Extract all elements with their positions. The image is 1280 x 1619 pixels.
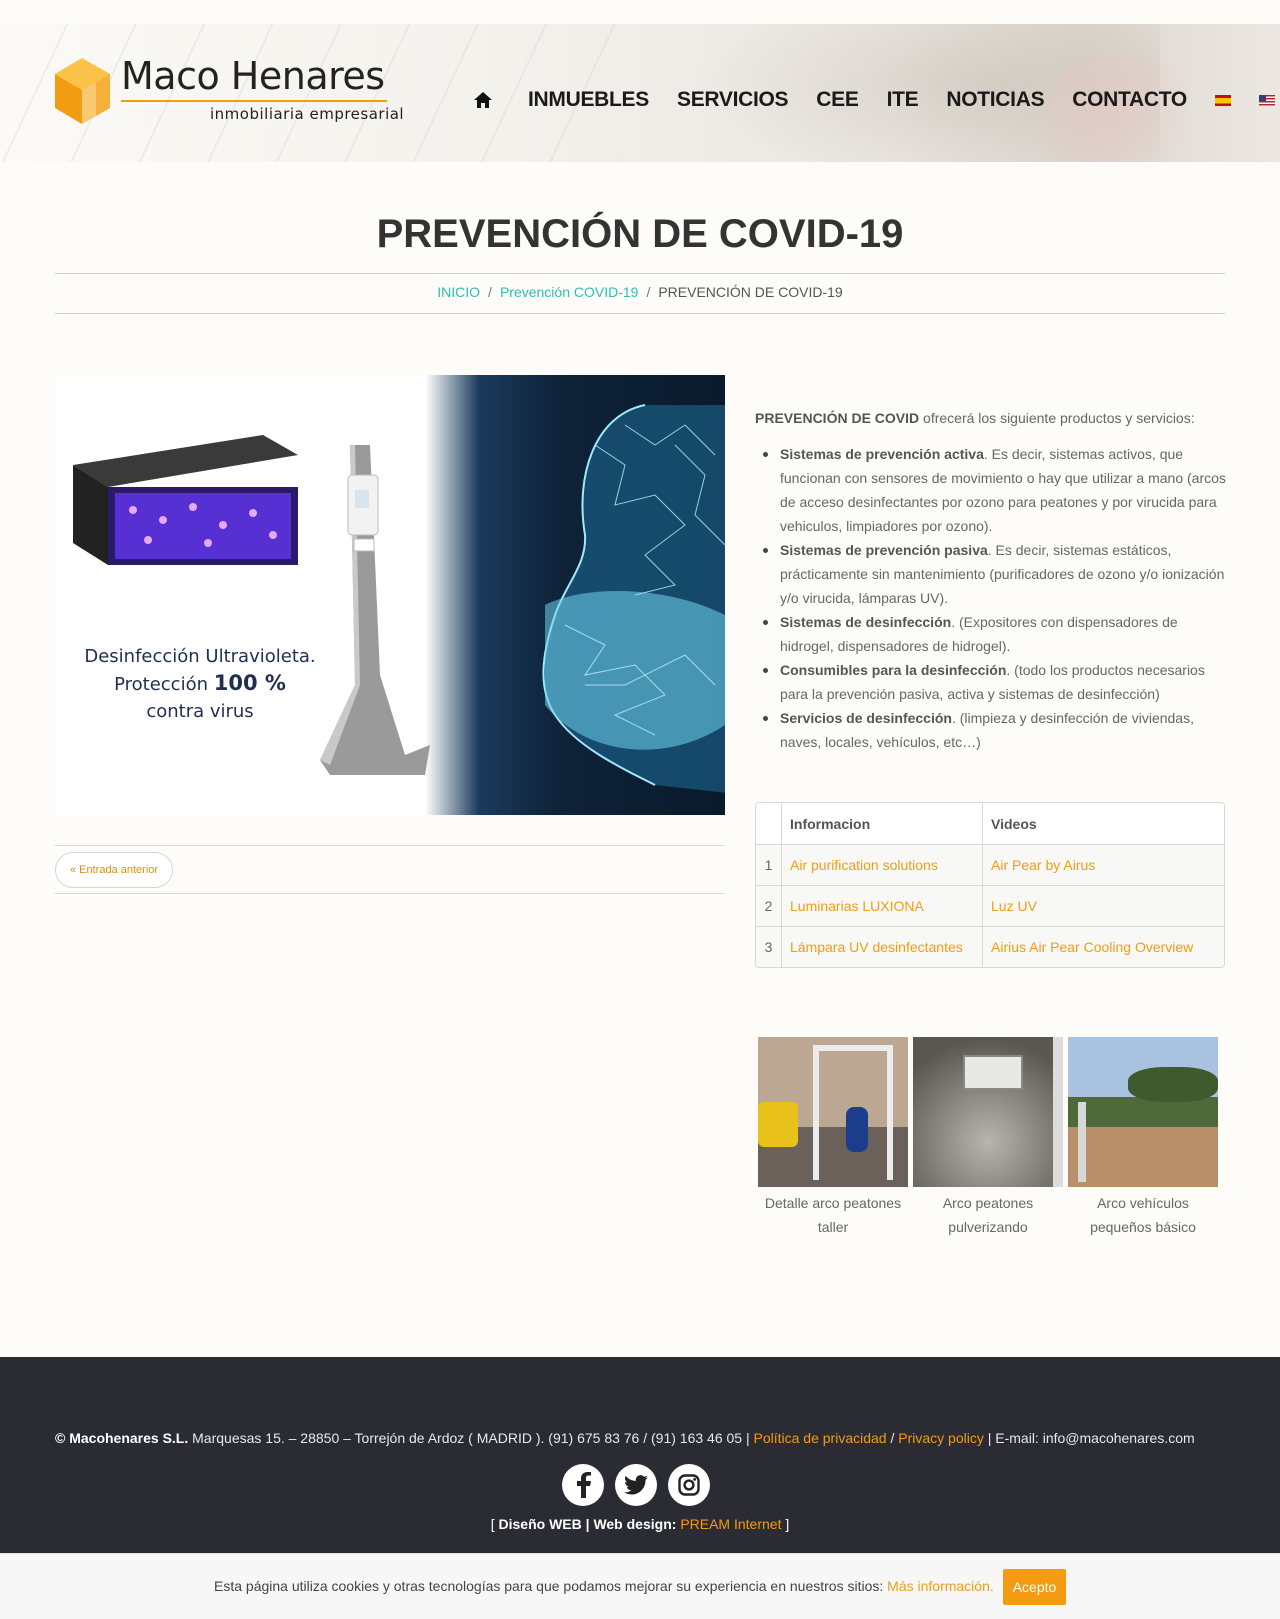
mask-face-illustration bbox=[542, 404, 725, 793]
logo-name: Maco Henares bbox=[121, 54, 385, 98]
gallery-photo[interactable] bbox=[758, 1037, 908, 1187]
gallery-photo[interactable] bbox=[913, 1037, 1063, 1187]
breadcrumb-home[interactable]: INICIO bbox=[437, 284, 480, 300]
intro-text: PREVENCIÓN DE COVID ofrecerá los siguien… bbox=[755, 410, 1195, 426]
list-item: Sistemas de prevención activa. Es decir,… bbox=[755, 442, 1230, 538]
photo-gallery: Detalle arco peatones taller Arco peaton… bbox=[758, 1037, 1223, 1239]
column-header-informacion: Informacion bbox=[782, 803, 983, 844]
footer-info: © Macohenares S.L. Marquesas 15. – 28850… bbox=[55, 1430, 1195, 1446]
cookie-more-info-link[interactable]: Más información. bbox=[887, 1578, 994, 1594]
breadcrumb-current: PREVENCIÓN DE COVID-19 bbox=[658, 284, 843, 300]
info-link[interactable]: Air purification solutions bbox=[782, 845, 983, 885]
accept-cookies-button[interactable]: Acepto bbox=[1003, 1569, 1066, 1605]
logo-cube-icon bbox=[55, 58, 110, 124]
facebook-icon[interactable] bbox=[562, 1464, 604, 1506]
main-nav: INMUEBLES SERVICIOS CEE ITE NOTICIAS CON… bbox=[472, 88, 1280, 112]
previous-post-button[interactable]: « Entrada anterior bbox=[55, 852, 174, 888]
home-icon[interactable] bbox=[472, 89, 494, 111]
site-header: Maco Henares inmobiliaria empresarial IN… bbox=[0, 24, 1280, 162]
info-link[interactable]: Lámpara UV desinfectantes bbox=[782, 927, 983, 967]
resources-table: Informacion Videos 1 Air purification so… bbox=[755, 802, 1225, 968]
divider bbox=[55, 313, 1225, 314]
gallery-photo[interactable] bbox=[1068, 1037, 1218, 1187]
services-list: Sistemas de prevención activa. Es decir,… bbox=[755, 442, 1230, 754]
nav-item-contacto[interactable]: CONTACTO bbox=[1072, 88, 1187, 112]
design-credit: [ Diseño WEB | Web design: PREAM Interne… bbox=[490, 1516, 790, 1532]
breadcrumb-category[interactable]: Prevención COVID-19 bbox=[500, 284, 639, 300]
credit-link[interactable]: PREAM Internet bbox=[680, 1516, 781, 1532]
twitter-icon[interactable] bbox=[615, 1464, 657, 1506]
list-item: Servicios de desinfección. (limpieza y d… bbox=[755, 706, 1230, 754]
social-links bbox=[562, 1464, 721, 1506]
nav-item-ite[interactable]: ITE bbox=[887, 88, 919, 112]
privacy-link-es[interactable]: Política de privacidad bbox=[754, 1430, 887, 1446]
video-link[interactable]: Air Pear by Airus bbox=[983, 845, 1224, 885]
gallery-item[interactable]: Detalle arco peatones taller bbox=[758, 1037, 908, 1239]
logo-tagline: inmobiliaria empresarial bbox=[210, 105, 405, 123]
flag-us-icon[interactable] bbox=[1258, 94, 1275, 106]
table-row: 2 Luminarias LUXIONA Luz UV bbox=[756, 885, 1224, 926]
column-header-videos: Videos bbox=[991, 815, 1037, 832]
cookie-text: Esta página utiliza cookies y otras tecn… bbox=[214, 1578, 994, 1594]
video-link[interactable]: Airius Air Pear Cooling Overview bbox=[983, 927, 1224, 967]
gallery-item[interactable]: Arco peatones pulverizando bbox=[913, 1037, 1063, 1239]
nav-item-noticias[interactable]: NOTICIAS bbox=[946, 88, 1044, 112]
video-link[interactable]: Luz UV bbox=[983, 886, 1224, 926]
dispenser-stand-illustration bbox=[320, 445, 430, 775]
hero-image: Desinfección Ultravioleta. Protección 10… bbox=[55, 375, 725, 815]
divider bbox=[55, 893, 725, 894]
info-link[interactable]: Luminarias LUXIONA bbox=[782, 886, 983, 926]
nav-item-inmuebles[interactable]: INMUEBLES bbox=[528, 88, 649, 112]
site-logo[interactable]: Maco Henares inmobiliaria empresarial bbox=[55, 54, 404, 130]
flag-es-icon[interactable] bbox=[1214, 94, 1231, 106]
gallery-caption: Arco peatones pulverizando bbox=[942, 1195, 1034, 1235]
gallery-caption: Detalle arco peatones taller bbox=[764, 1195, 902, 1235]
table-row: 3 Lámpara UV desinfectantes Airius Air P… bbox=[756, 926, 1224, 967]
list-item: Consumibles para la desinfección. (todo … bbox=[755, 658, 1230, 706]
page-title: PREVENCIÓN DE COVID-19 bbox=[376, 212, 904, 256]
nav-item-servicios[interactable]: SERVICIOS bbox=[677, 88, 789, 112]
table-row: 1 Air purification solutions Air Pear by… bbox=[756, 844, 1224, 885]
breadcrumb: INICIO / Prevención COVID-19/PREVENCIÓN DE… bbox=[437, 284, 843, 300]
gallery-caption: Arco vehículos pequeños básico bbox=[1090, 1195, 1196, 1235]
divider bbox=[55, 273, 1225, 274]
privacy-link-en[interactable]: Privacy policy bbox=[898, 1430, 984, 1446]
hero-caption: Desinfección Ultravioleta. Protección 10… bbox=[84, 646, 316, 722]
nav-item-cee[interactable]: CEE bbox=[816, 88, 859, 112]
divider bbox=[55, 845, 725, 846]
table-header-row: Informacion Videos bbox=[756, 803, 1224, 844]
instagram-icon[interactable] bbox=[668, 1464, 710, 1506]
gallery-item[interactable]: Arco vehículos pequeños básico bbox=[1068, 1037, 1218, 1239]
list-item: Sistemas de desinfección. (Expositores c… bbox=[755, 610, 1230, 658]
uv-lamp-illustration bbox=[73, 435, 298, 565]
cookie-banner: Esta página utiliza cookies y otras tecn… bbox=[0, 1553, 1280, 1619]
list-item: Sistemas de prevención pasiva. Es decir,… bbox=[755, 538, 1230, 610]
